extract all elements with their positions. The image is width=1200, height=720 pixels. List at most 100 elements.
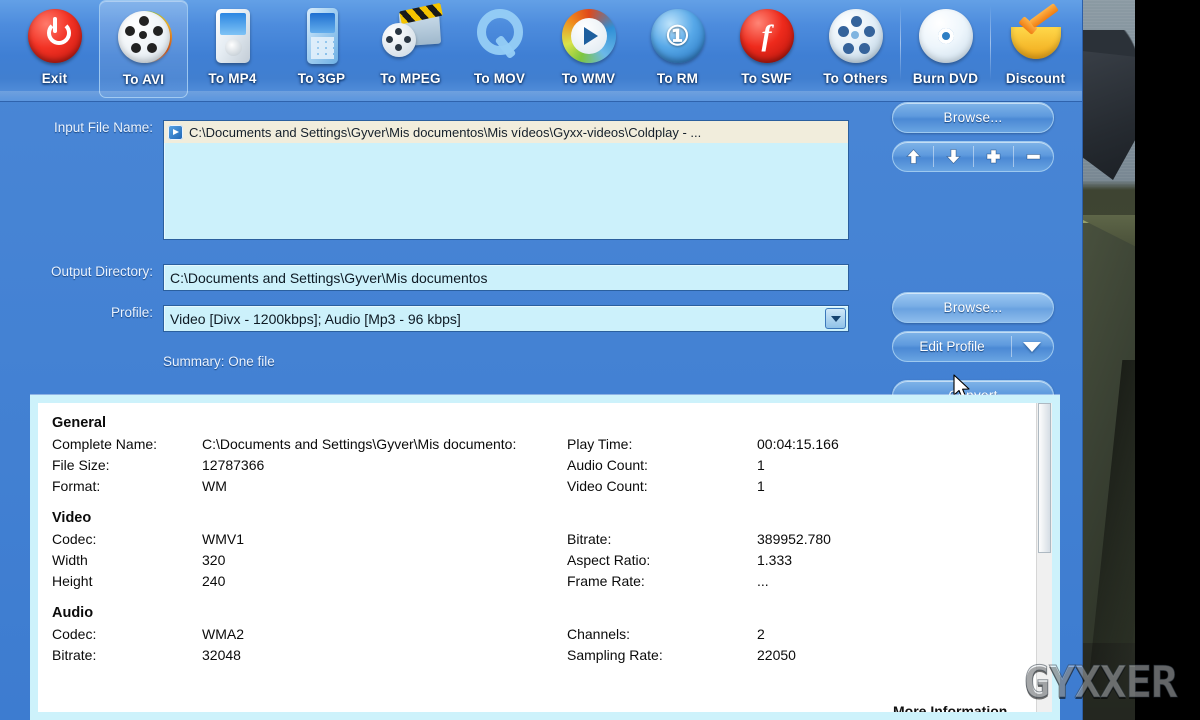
edit-profile-dropdown-icon[interactable] bbox=[1011, 332, 1053, 361]
toolbar-button-exit[interactable]: Exit bbox=[10, 0, 99, 100]
info-row: Codec: WMV1 bbox=[52, 529, 567, 550]
info-key: Height bbox=[52, 573, 93, 589]
toolbar-button-to-wmv[interactable]: To WMV bbox=[544, 0, 633, 100]
toolbar-button-label: To Others bbox=[823, 71, 888, 86]
video-watermark: GYXXER bbox=[1023, 657, 1178, 709]
output-directory-input[interactable]: C:\Documents and Settings\Gyver\Mis docu… bbox=[163, 264, 849, 291]
output-directory-value: C:\Documents and Settings\Gyver\Mis docu… bbox=[170, 269, 488, 286]
toolbar-button-to-3gp[interactable]: To 3GP bbox=[277, 0, 366, 100]
info-row: File Size: 12787366 bbox=[52, 455, 567, 476]
output-directory-label: Output Directory: bbox=[50, 264, 153, 279]
media-player-icon bbox=[558, 5, 620, 67]
info-row: Bitrate: 389952.780 bbox=[567, 529, 1052, 550]
more-information-link[interactable]: More Information bbox=[893, 703, 1007, 712]
info-row: Channels: 2 bbox=[567, 624, 1052, 645]
toolbar-button-label: To AVI bbox=[122, 72, 165, 87]
reel-others-icon bbox=[825, 5, 887, 67]
input-file-path: C:\Documents and Settings\Gyver\Mis docu… bbox=[189, 124, 702, 140]
edit-profile-split-button[interactable]: Edit Profile bbox=[892, 331, 1054, 362]
mobile-phone-icon bbox=[291, 5, 353, 67]
info-key: Complete Name: bbox=[52, 436, 158, 452]
info-row: Width 320 bbox=[52, 550, 567, 571]
info-value: C:\Documents and Settings\Gyver\Mis docu… bbox=[202, 436, 517, 452]
move-down-button[interactable] bbox=[933, 142, 973, 171]
info-row: Format: WM bbox=[52, 476, 567, 497]
list-order-toolbar bbox=[892, 141, 1054, 172]
profile-select[interactable]: Video [Divx - 1200kbps]; Audio [Mp3 - 96… bbox=[163, 305, 849, 332]
remove-file-button[interactable] bbox=[1013, 142, 1053, 171]
screen-black-bar-right bbox=[1135, 0, 1200, 720]
input-file-list[interactable]: C:\Documents and Settings\Gyver\Mis docu… bbox=[163, 120, 849, 240]
info-value: WM bbox=[202, 478, 227, 494]
info-key: Bitrate: bbox=[52, 647, 97, 663]
chevron-down-icon[interactable] bbox=[825, 308, 846, 329]
film-reel-icon bbox=[113, 6, 175, 68]
toolbar-button-label: To 3GP bbox=[297, 71, 346, 86]
info-key: Channels: bbox=[567, 626, 631, 642]
info-value: 240 bbox=[202, 573, 226, 589]
converter-app-window: Exit To AVI To MP4 To 3GP To MPEG To MOV… bbox=[0, 0, 1082, 720]
toolbar-button-to-rm[interactable]: ① To RM bbox=[633, 0, 722, 100]
browse-output-button[interactable]: Browse... bbox=[892, 292, 1054, 323]
info-row: Complete Name: C:\Documents and Settings… bbox=[52, 434, 567, 455]
edit-profile-button[interactable]: Edit Profile bbox=[893, 339, 1011, 354]
dvd-disc-icon bbox=[915, 5, 977, 67]
profile-label: Profile: bbox=[110, 305, 153, 320]
info-key: Frame Rate: bbox=[567, 573, 645, 589]
toolbar-button-to-others[interactable]: To Others bbox=[811, 0, 900, 100]
info-row: Bitrate: 32048 bbox=[52, 645, 567, 666]
info-row: Codec: WMA2 bbox=[52, 624, 567, 645]
browse-input-button[interactable]: Browse... bbox=[892, 102, 1054, 133]
quicktime-icon bbox=[469, 5, 531, 67]
info-key: Sampling Rate: bbox=[567, 647, 663, 663]
ipod-icon bbox=[202, 5, 264, 67]
shopping-basket-icon bbox=[1005, 3, 1067, 67]
info-key: Video Count: bbox=[567, 478, 648, 494]
toolbar-button-to-mov[interactable]: To MOV bbox=[455, 0, 544, 100]
toolbar-button-label: To MPEG bbox=[380, 71, 441, 86]
summary-text: Summary: One file bbox=[163, 354, 275, 369]
flash-icon: f bbox=[736, 5, 798, 67]
toolbar-button-to-avi[interactable]: To AVI bbox=[99, 0, 188, 98]
toolbar-button-label: To RM bbox=[656, 71, 699, 86]
add-file-button[interactable] bbox=[973, 142, 1013, 171]
info-section-title: Video bbox=[52, 510, 92, 526]
info-key: Codec: bbox=[52, 531, 97, 547]
list-item[interactable]: C:\Documents and Settings\Gyver\Mis docu… bbox=[164, 121, 848, 143]
toolbar-button-label: Burn DVD bbox=[912, 71, 979, 86]
arrow-down-icon bbox=[945, 149, 961, 165]
info-row: Frame Rate: ... bbox=[567, 571, 1052, 592]
toolbar-button-to-mpeg[interactable]: To MPEG bbox=[366, 0, 455, 100]
toolbar-button-label: Exit bbox=[41, 71, 68, 86]
realplayer-icon: ① bbox=[647, 5, 709, 67]
scrollbar-thumb[interactable] bbox=[1038, 403, 1051, 553]
minus-icon bbox=[1026, 154, 1040, 160]
info-value: 00:04:15.166 bbox=[757, 436, 839, 452]
info-key: Codec: bbox=[52, 626, 97, 642]
toolbar-button-burn-dvd[interactable]: Burn DVD bbox=[901, 0, 990, 100]
info-section-title: General bbox=[52, 415, 106, 431]
info-value: 389952.780 bbox=[757, 531, 831, 547]
info-section-video: Codec: WMV1 Width 320 Height 240 Bitrate… bbox=[52, 529, 1052, 592]
move-up-button[interactable] bbox=[893, 142, 933, 171]
toolbar-button-discount[interactable]: Discount bbox=[991, 0, 1080, 100]
info-key: Audio Count: bbox=[567, 457, 648, 473]
arrow-up-icon bbox=[905, 148, 921, 164]
plus-icon bbox=[986, 149, 1000, 164]
info-value: ... bbox=[757, 573, 769, 589]
screen-root: c e o c s t Exit To AVI bbox=[0, 0, 1200, 720]
info-row: Video Count: 1 bbox=[567, 476, 1052, 497]
info-column-left: Codec: WMA2 Bitrate: 32048 bbox=[52, 624, 567, 666]
toolbar-button-to-swf[interactable]: f To SWF bbox=[722, 0, 811, 100]
info-value: WMV1 bbox=[202, 531, 244, 547]
toolbar-button-to-mp4[interactable]: To MP4 bbox=[188, 0, 277, 100]
info-column-right: Play Time: 00:04:15.166 Audio Count: 1 V… bbox=[567, 434, 1052, 497]
info-section-general: Complete Name: C:\Documents and Settings… bbox=[52, 434, 1052, 497]
info-key: Format: bbox=[52, 478, 101, 494]
info-value: 320 bbox=[202, 552, 226, 568]
media-info-panel-frame: General Complete Name: C:\Documents and … bbox=[30, 395, 1060, 720]
info-key: Play Time: bbox=[567, 436, 633, 452]
info-column-left: Codec: WMV1 Width 320 Height 240 bbox=[52, 529, 567, 592]
info-row: Play Time: 00:04:15.166 bbox=[567, 434, 1052, 455]
info-row: Audio Count: 1 bbox=[567, 455, 1052, 476]
